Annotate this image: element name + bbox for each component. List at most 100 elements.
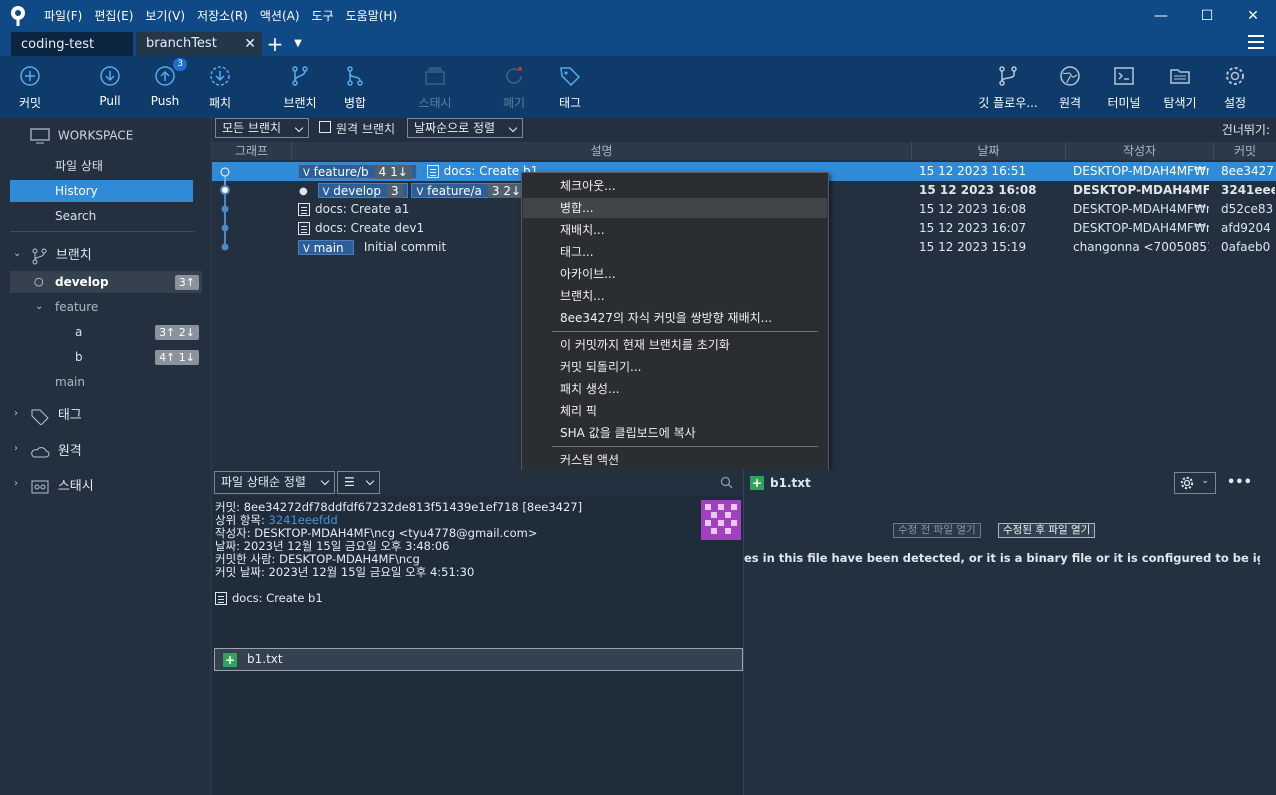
- menu-custom-actions[interactable]: 커스텀 액션: [523, 450, 827, 470]
- tag-icon: [31, 409, 49, 426]
- sidebar-item-history[interactable]: History: [10, 180, 193, 202]
- open-original-file-button[interactable]: 수정 전 파일 열기: [893, 523, 981, 538]
- commit-description: ⴸ main Initial commit: [298, 238, 446, 257]
- column-date[interactable]: 날짜: [912, 142, 1066, 160]
- close-window-button[interactable]: ✕: [1230, 0, 1276, 32]
- menu-tag[interactable]: 태그...: [523, 242, 827, 262]
- maximize-button[interactable]: ☐: [1184, 0, 1230, 32]
- branch-button[interactable]: 브랜치: [270, 64, 330, 111]
- tab-dropdown-icon[interactable]: ▼: [288, 32, 308, 56]
- chevron-right-icon[interactable]: ›: [14, 408, 18, 419]
- terminal-label: 터미널: [1107, 96, 1141, 110]
- sidebar-branch-feature-b[interactable]: b 4↑ 1↓: [10, 346, 202, 368]
- stash-button[interactable]: 스태시: [405, 64, 465, 111]
- pull-button[interactable]: Pull: [80, 64, 140, 108]
- menu-branch[interactable]: 브랜치...: [523, 286, 827, 306]
- sort-order-dropdown[interactable]: 날짜순으로 정렬: [407, 118, 523, 138]
- tab-label: coding-test: [21, 37, 95, 52]
- menu-copy-sha[interactable]: SHA 값을 클립보드에 복사: [523, 423, 827, 443]
- commit-hash: 8ee3427: [1221, 164, 1274, 178]
- menu-repository[interactable]: 저장소(R): [191, 0, 254, 32]
- remote-branches-checkbox[interactable]: [319, 121, 331, 133]
- discard-button[interactable]: 폐기: [484, 64, 544, 111]
- tab-coding-test[interactable]: coding-test: [11, 32, 133, 56]
- branch-label-chip[interactable]: ⴸ feature/b 4 1↓: [298, 164, 417, 179]
- column-author[interactable]: 작성자: [1066, 142, 1214, 160]
- menu-file[interactable]: 파일(F): [38, 0, 88, 32]
- menu-checkout[interactable]: 체크아웃...: [523, 176, 827, 196]
- commit-date: 15 12 2023 16:08: [919, 183, 1037, 197]
- globe-icon: [1058, 64, 1082, 88]
- sidebar-item-search[interactable]: Search: [10, 205, 193, 227]
- stash-icon: [31, 480, 49, 493]
- branch-label-chip[interactable]: ⴸ develop 3: [317, 183, 408, 198]
- remotes-header[interactable]: 원격: [30, 440, 82, 460]
- push-icon: 3: [153, 58, 187, 88]
- push-count-badge: 3: [173, 58, 187, 71]
- menu-archive[interactable]: 아카이브...: [523, 264, 827, 284]
- menu-reset-to-commit[interactable]: 이 커밋까지 현재 브랜치를 초기화: [523, 335, 827, 355]
- gitflow-button[interactable]: 깃 플로우...: [972, 64, 1044, 111]
- fetch-button[interactable]: 패치: [190, 64, 250, 111]
- push-button[interactable]: 3 Push: [135, 58, 195, 108]
- settings-button[interactable]: 설정: [1205, 64, 1265, 111]
- hamburger-menu-icon[interactable]: [1248, 35, 1264, 49]
- menu-create-patch[interactable]: 패치 생성...: [523, 379, 827, 399]
- terminal-button[interactable]: 터미널: [1094, 64, 1154, 111]
- view-mode-dropdown[interactable]: ☰: [337, 471, 380, 494]
- gear-icon: [1223, 64, 1247, 88]
- sidebar-branch-develop[interactable]: ○ develop 3↑: [10, 271, 202, 293]
- search-icon[interactable]: [720, 476, 733, 489]
- parent-commit-link[interactable]: 3241eeefdd: [269, 513, 338, 527]
- menu-actions[interactable]: 액션(A): [254, 0, 306, 32]
- column-graph[interactable]: 그래프: [212, 142, 292, 160]
- sidebar-branch-feature-a[interactable]: a 3↑ 2↓: [10, 321, 202, 343]
- changed-file-item[interactable]: + b1.txt: [214, 648, 743, 671]
- folder-name: feature: [55, 300, 99, 314]
- sidebar-item-file-status[interactable]: 파일 상태: [10, 155, 193, 177]
- column-description[interactable]: 설명: [292, 142, 912, 160]
- new-tab-button[interactable]: +: [262, 32, 288, 56]
- more-options-button[interactable]: •••: [1227, 475, 1252, 490]
- chevron-down-icon[interactable]: ⌄: [13, 248, 21, 259]
- explorer-button[interactable]: 탐색기: [1150, 64, 1210, 111]
- sidebar-folder-feature[interactable]: feature: [10, 296, 202, 318]
- diff-settings-dropdown[interactable]: ⌄: [1174, 472, 1216, 494]
- chevron-right-icon[interactable]: ›: [14, 443, 18, 454]
- head-dot-icon: ●: [299, 186, 308, 197]
- tags-header[interactable]: 태그: [30, 404, 82, 426]
- menu-interactive-rebase[interactable]: 8ee3427의 자식 커밋을 쌍방향 재배치...: [523, 308, 827, 328]
- discard-icon: [502, 64, 526, 88]
- stashes-title: 스태시: [57, 479, 94, 494]
- branches-header[interactable]: 브랜치: [30, 244, 92, 265]
- merge-button[interactable]: 병합: [325, 64, 385, 111]
- file-sort-dropdown[interactable]: 파일 상태순 정렬: [214, 471, 335, 494]
- branch-label-chip[interactable]: ⴸ feature/a 3 2↓: [411, 183, 531, 198]
- menu-revert-commit[interactable]: 커밋 되돌리기...: [523, 357, 827, 377]
- column-commit[interactable]: 커밋: [1214, 142, 1276, 160]
- menu-tools[interactable]: 도구: [306, 0, 340, 32]
- menu-edit[interactable]: 편집(E): [88, 0, 139, 32]
- close-tab-icon[interactable]: ✕: [244, 32, 256, 56]
- remote-button[interactable]: 원격: [1040, 64, 1100, 111]
- workspace-header: WORKSPACE: [30, 128, 133, 144]
- minimize-button[interactable]: —: [1138, 0, 1184, 32]
- sidebar-branch-main[interactable]: main: [10, 371, 202, 393]
- push-label: Push: [150, 94, 180, 108]
- stashes-header[interactable]: 스태시: [30, 475, 94, 495]
- open-modified-file-button[interactable]: 수정된 후 파일 열기: [998, 523, 1096, 538]
- menu-help[interactable]: 도움말(H): [340, 0, 404, 32]
- branch-label-chip[interactable]: ⴸ main: [298, 240, 354, 255]
- menu-view[interactable]: 보기(V): [139, 0, 191, 32]
- menu-merge[interactable]: 병합...: [523, 198, 827, 218]
- branch-filter-dropdown[interactable]: 모든 브랜치: [215, 118, 309, 138]
- commit-button[interactable]: 커밋: [0, 64, 60, 111]
- tab-branchtest[interactable]: branchTest ✕: [136, 32, 262, 56]
- tag-button[interactable]: 태그: [540, 64, 600, 111]
- gitflow-icon: [996, 64, 1020, 88]
- terminal-icon: [1112, 64, 1136, 88]
- menu-rebase[interactable]: 재배치...: [523, 220, 827, 240]
- commit-hash: 0afaeb0: [1221, 240, 1271, 254]
- chevron-right-icon[interactable]: ›: [14, 478, 18, 489]
- menu-cherry-pick[interactable]: 체리 픽: [523, 401, 827, 421]
